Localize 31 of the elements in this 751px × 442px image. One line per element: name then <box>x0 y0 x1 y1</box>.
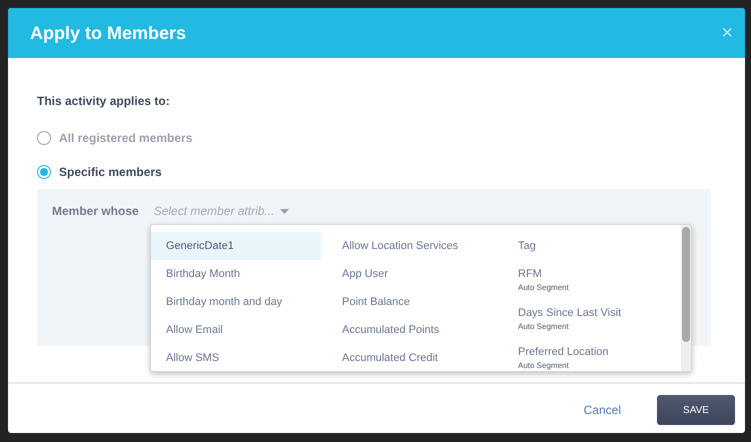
menu-option[interactable]: Allow Location Services <box>327 232 497 260</box>
menu-option[interactable]: Allow Email <box>151 316 321 344</box>
menu-option[interactable]: Preferred Location Auto Segment <box>503 338 673 371</box>
option-sublabel: Auto Segment <box>518 282 570 292</box>
menu-option[interactable]: Tag <box>503 232 673 260</box>
cancel-button[interactable]: Cancel <box>578 402 627 418</box>
option-label: RFM <box>518 268 543 280</box>
caret-icon <box>280 208 290 214</box>
radio-button[interactable] <box>37 165 51 179</box>
menu-option[interactable]: Allow SMS <box>151 344 321 371</box>
option-sublabel: Auto Segment <box>518 360 570 370</box>
option-sublabel: Auto Segment <box>518 322 570 330</box>
save-button[interactable]: SAVE <box>657 395 735 425</box>
menu-option[interactable]: Birthday month and day <box>151 288 321 316</box>
menu-option[interactable]: App User <box>327 260 497 288</box>
menu-option[interactable]: GenericDate1 <box>151 232 321 260</box>
radio-button[interactable] <box>37 131 51 145</box>
option-label: Days Since Last Visit <box>518 306 622 318</box>
menu-option[interactable]: Point Balance <box>327 288 497 316</box>
radio-option[interactable]: Specific members <box>37 165 162 179</box>
option-label: Preferred Location <box>518 346 610 358</box>
menu-option[interactable]: RFM Auto Segment <box>503 260 673 299</box>
menu-option[interactable]: Accumulated Credit <box>327 344 497 371</box>
menu-option[interactable]: Accumulated Points <box>327 316 497 344</box>
radio-option[interactable]: All registered members <box>37 131 192 145</box>
menu-option[interactable]: Days Since Last Visit Auto Segment <box>503 299 673 338</box>
filter-label: Member whose <box>52 204 139 218</box>
dialog-title: Apply to Members <box>30 22 186 44</box>
section-label: This activity applies to: <box>37 94 171 110</box>
scrollbar[interactable] <box>681 225 691 371</box>
menu-option[interactable]: Birthday Month <box>151 260 321 288</box>
